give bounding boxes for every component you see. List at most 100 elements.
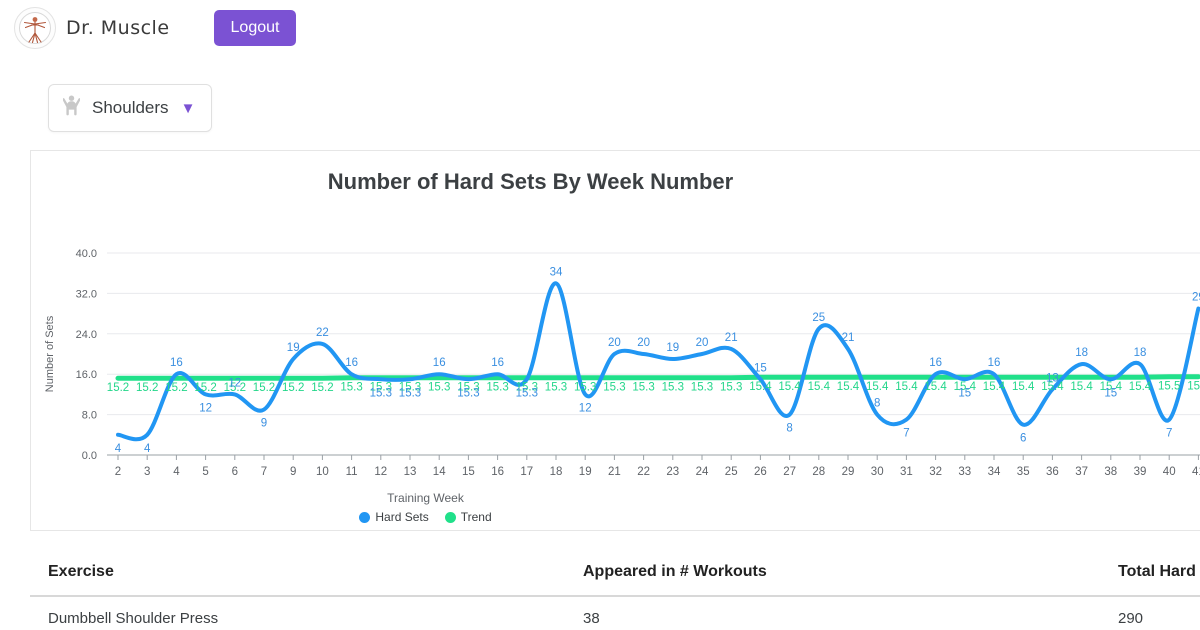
x-tick-label: 2 <box>115 466 121 478</box>
app-header: Dr. Muscle Logout <box>0 0 1200 56</box>
column-header-exercise[interactable]: Exercise <box>30 553 565 597</box>
logout-button[interactable]: Logout <box>213 10 297 46</box>
vitruvian-man-icon <box>14 7 56 49</box>
hard-sets-point-label: 4 <box>115 443 122 455</box>
trend-point-label: 15.4 <box>924 381 947 393</box>
hard-sets-point-label: 4 <box>144 443 151 455</box>
exercise-table: Exercise Appeared in # Workouts Total Ha… <box>30 553 1200 630</box>
chevron-down-icon[interactable]: ▼ <box>181 101 196 116</box>
chart-area: 0.0 8.0 16.0 24.0 32.0 40.0 Number of Sets 2 3 4 5… <box>31 195 1200 495</box>
y-tick-label: 24.0 <box>76 329 97 341</box>
x-tick-label: 15 <box>462 466 475 478</box>
hard-sets-point-label: 15 <box>958 387 971 399</box>
trend-point-label: 15.5 <box>1187 381 1200 393</box>
x-tick-label: 31 <box>900 466 913 478</box>
trend-point-label: 15.4 <box>1012 381 1035 393</box>
hard-sets-point-label: 16 <box>988 357 1001 369</box>
hard-sets-point-label: 16 <box>929 357 942 369</box>
legend-item-hard-sets[interactable]: Hard Sets <box>359 510 429 524</box>
trend-point-label: 15.2 <box>136 382 158 394</box>
trend-point-label: 15.2 <box>165 382 187 394</box>
x-tick-label: 35 <box>1017 466 1030 478</box>
trend-point-label: 15.3 <box>603 382 625 394</box>
hard-sets-point-label: 15.3 <box>370 387 392 399</box>
hard-sets-point-label: 12 <box>228 377 241 389</box>
trend-point-label: 15.3 <box>632 382 654 394</box>
x-tick-label: 33 <box>958 466 971 478</box>
cell-workouts: 38 <box>565 596 1100 630</box>
hard-sets-point-label: 21 <box>725 332 738 344</box>
muscle-group-label: Shoulders <box>92 98 169 117</box>
hard-sets-point-label: 18 <box>1134 347 1147 359</box>
x-tick-label: 26 <box>754 466 767 478</box>
x-tick-label: 32 <box>929 466 942 478</box>
trend-point-label: 15.5 <box>1158 381 1180 393</box>
trend-point-label: 15.4 <box>837 381 860 393</box>
hard-sets-point-label: 16 <box>491 357 504 369</box>
trend-point-label: 15.3 <box>486 382 508 394</box>
trend-point-label: 15.2 <box>107 382 129 394</box>
x-tick-label: 4 <box>173 466 180 478</box>
legend-label-trend: Trend <box>460 510 492 524</box>
x-tick-label: 30 <box>871 466 884 478</box>
chart-title: Number of Hard Sets By Week Number <box>327 169 734 194</box>
hard-sets-point-label: 6 <box>1020 433 1026 445</box>
chart-card: Number of Hard Sets By Week Number 0.0 8.… <box>30 150 1200 531</box>
trend-point-label: 15.3 <box>691 382 713 394</box>
x-tick-label: 3 <box>144 466 150 478</box>
hard-sets-point-label: 16 <box>170 357 183 369</box>
hard-sets-point-label: 12 <box>579 402 592 414</box>
column-header-workouts[interactable]: Appeared in # Workouts <box>565 553 1100 597</box>
chart-legend: Hard Sets Trend <box>31 510 1200 524</box>
trend-point-label: 15.4 <box>1070 381 1093 393</box>
x-tick-label: 36 <box>1046 466 1059 478</box>
y-tick-label: 8.0 <box>82 410 97 422</box>
column-header-total-hard-sets[interactable]: Total Hard Sets <box>1100 553 1200 597</box>
x-tick-label: 34 <box>988 466 1001 478</box>
table-row[interactable]: Dumbbell Shoulder Press 38 290 <box>30 596 1200 630</box>
x-tick-label: 25 <box>725 466 738 478</box>
hard-sets-point-label: 16 <box>345 357 358 369</box>
x-tick-label: 11 <box>346 466 358 478</box>
trend-point-label: 15.2 <box>282 382 304 394</box>
hard-sets-point-label: 8 <box>786 423 792 435</box>
hard-sets-point-label: 25 <box>812 312 825 324</box>
hard-sets-point-label: 13 <box>1046 372 1059 384</box>
cell-total-hard-sets: 290 <box>1100 596 1200 630</box>
x-tick-label: 19 <box>579 466 592 478</box>
x-tick-label: 16 <box>491 466 504 478</box>
hard-sets-point-label: 7 <box>1166 428 1172 440</box>
hard-sets-point-label: 12 <box>199 402 212 414</box>
x-tick-label: 40 <box>1163 466 1176 478</box>
hard-sets-point-label: 20 <box>637 337 650 349</box>
muscle-group-dropdown[interactable]: Shoulders ▼ <box>48 84 213 132</box>
x-tick-label: 28 <box>812 466 825 478</box>
hard-sets-point-label: 18 <box>1075 347 1088 359</box>
hard-sets-point-label: 19 <box>666 342 679 354</box>
legend-label-hard-sets: Hard Sets <box>375 510 429 524</box>
trend-point-label: 15.4 <box>749 381 772 393</box>
x-tick-label: 22 <box>637 466 650 478</box>
hard-sets-line <box>116 281 1200 442</box>
y-tick-label: 32.0 <box>76 288 97 300</box>
x-tick-label: 18 <box>550 466 563 478</box>
filter-row: Shoulders ▼ <box>0 56 1200 132</box>
hard-sets-line-chart[interactable]: 0.08.016.024.032.040.0Number of Sets2 3 4 5… <box>31 195 1200 495</box>
hard-sets-point-label: 15.3 <box>457 387 479 399</box>
x-tick-label: 27 <box>783 466 796 478</box>
hard-sets-point-label: 19 <box>287 342 300 354</box>
hard-sets-point-label: 15 <box>754 362 767 374</box>
x-tick-label: 5 <box>202 466 208 478</box>
hard-sets-point-label: 15 <box>1104 387 1117 399</box>
hard-sets-point-label: 9 <box>261 418 267 430</box>
x-tick-label: 12 <box>374 466 387 478</box>
trend-point-label: 15.2 <box>311 382 333 394</box>
table-body: Dumbbell Shoulder Press38290Lateral Rais… <box>30 596 1200 630</box>
trend-point-label: 15.4 <box>778 381 801 393</box>
legend-item-trend[interactable]: Trend <box>444 510 492 524</box>
x-tick-label: 17 <box>520 466 533 478</box>
trend-point-label: 15.3 <box>428 382 450 394</box>
hard-sets-point-label: 34 <box>550 266 563 278</box>
trend-point-label: 15.3 <box>720 382 742 394</box>
trend-point-label: 15.4 <box>895 381 918 393</box>
